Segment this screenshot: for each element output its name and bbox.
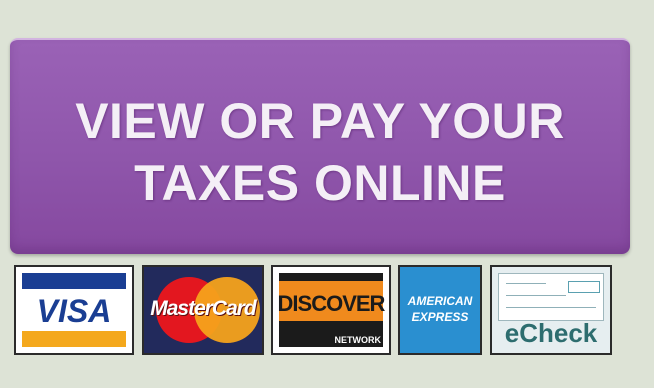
view-or-pay-taxes-button[interactable]: VIEW OR PAY YOUR TAXES ONLINE <box>10 38 630 254</box>
mastercard-card-icon: MasterCard <box>142 265 264 355</box>
mastercard-logo-text: MasterCard <box>150 297 257 320</box>
visa-card-icon: VISA <box>14 265 134 355</box>
amex-line2: EXPRESS <box>411 310 469 324</box>
button-label-line1: VIEW OR PAY YOUR <box>75 93 565 149</box>
discover-logo-text: DISCOVER <box>277 291 386 316</box>
payment-banner: VIEW OR PAY YOUR TAXES ONLINE VISA Maste… <box>0 0 654 388</box>
discover-card-icon: DISCOVER NETWORK <box>271 265 391 355</box>
visa-logo-text: VISA <box>36 293 112 329</box>
discover-network-text: NETWORK <box>334 335 382 345</box>
check-line <box>506 307 596 308</box>
check-amount-box <box>568 281 600 293</box>
visa-gold-band <box>22 331 126 347</box>
american-express-card-icon: AMERICAN EXPRESS <box>398 265 482 355</box>
echeck-icon: eCheck <box>490 265 612 355</box>
echeck-logo-text: eCheck <box>504 318 598 348</box>
amex-logo-text: AMERICAN EXPRESS <box>400 293 480 325</box>
amex-line1: AMERICAN <box>407 294 473 308</box>
button-label-line2: TAXES ONLINE <box>134 155 506 211</box>
check-line <box>506 283 546 284</box>
visa-blue-band <box>22 273 126 289</box>
check-line <box>506 295 566 296</box>
